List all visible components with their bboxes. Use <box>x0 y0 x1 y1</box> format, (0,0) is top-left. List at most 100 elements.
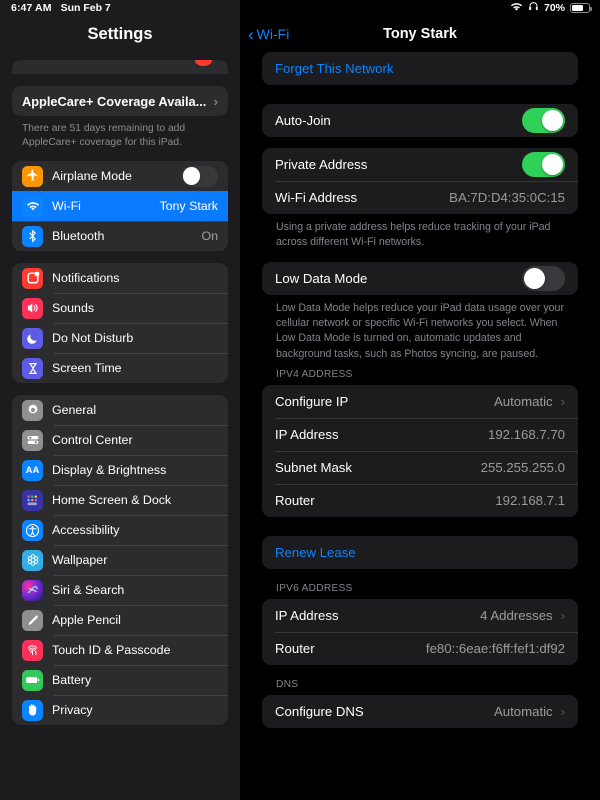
sidebar-item-touch-id-passcode[interactable]: Touch ID & Passcode <box>12 635 228 665</box>
sidebar-item-siri-search[interactable]: Siri & Search <box>12 575 228 605</box>
ipv4-ip-address-value: 192.168.7.70 <box>487 427 565 443</box>
sidebar-item-wallpaper[interactable]: Wallpaper <box>12 545 228 575</box>
ipad-settings-screen: 6:47 AM Sun Feb 7 70% Settings AppleCare… <box>0 0 600 800</box>
chevron-right-icon: › <box>560 704 565 720</box>
auto-join-card: Auto-Join <box>262 104 578 137</box>
sidebar-item-label: Accessibility <box>52 523 120 538</box>
sidebar-item-notifications[interactable]: Notifications <box>12 263 228 293</box>
notification-badge <box>195 60 212 66</box>
back-button-label: Wi-Fi <box>256 26 290 42</box>
subnet-mask-label: Subnet Mask <box>275 460 352 476</box>
hourglass-icon <box>22 357 43 379</box>
auto-join-row[interactable]: Auto-Join <box>262 104 578 137</box>
sidebar-item-label: Wi-Fi <box>52 199 81 214</box>
ipv4-router-row: Router 192.168.7.1 <box>262 484 578 517</box>
wallpaper-icon <box>22 549 43 571</box>
applecare-row[interactable]: AppleCare+ Coverage Availa... › <box>12 86 228 116</box>
ipv4-group-header: IPV4 ADDRESS <box>276 369 353 381</box>
low-data-mode-note: Low Data Mode helps reduce your iPad dat… <box>276 301 564 360</box>
airplane-icon <box>22 165 43 187</box>
low-data-mode-toggle[interactable] <box>522 265 565 291</box>
sidebar-item-label: Touch ID & Passcode <box>52 643 171 658</box>
wifi-address-row: Wi-Fi Address BA:7D:D4:35:0C:15 <box>262 181 578 214</box>
sidebar-item-label: Control Center <box>52 433 133 448</box>
status-bar-left: 6:47 AM Sun Feb 7 <box>0 2 111 14</box>
auto-join-toggle[interactable] <box>522 108 565 133</box>
gear-icon <box>22 399 43 421</box>
renew-lease-card[interactable]: Renew Lease <box>262 536 578 570</box>
sidebar-title: Settings <box>0 16 240 52</box>
forget-network-row[interactable]: Forget This Network <box>262 52 578 85</box>
applecare-note: There are 51 days remaining to add Apple… <box>22 123 186 148</box>
ipv6-ip-address-value: 4 Addresses <box>480 608 553 624</box>
forget-network-label: Forget This Network <box>275 61 394 76</box>
sidebar-item-battery[interactable]: Battery <box>12 665 228 695</box>
sidebar-item-label: Home Screen & Dock <box>52 493 172 508</box>
sidebar-item-value: Tony Stark <box>159 199 218 214</box>
sidebar-item-apple-pencil[interactable]: Apple Pencil <box>12 605 228 635</box>
ipv6-router-value: fe80::6eae:f6ff:fef1:df92 <box>425 641 565 657</box>
sidebar-group-connectivity: Airplane Mode Wi-Fi Tony Stark Bluetooth… <box>12 161 228 252</box>
touch-id-icon <box>22 639 43 661</box>
private-address-row[interactable]: Private Address <box>262 148 578 181</box>
sidebar-item-sounds[interactable]: Sounds <box>12 293 228 323</box>
settings-sidebar: Settings AppleCare+ Coverage Availa... ›… <box>0 0 240 800</box>
sidebar-item-control-center[interactable]: Control Center <box>12 425 228 455</box>
wifi-network-detail-pane: ‹ Wi-Fi Tony Stark Forget This Network A… <box>240 0 600 800</box>
display-brightness-icon: AA <box>22 459 43 481</box>
sidebar-item-accessibility[interactable]: Accessibility <box>12 515 228 545</box>
apple-pencil-icon <box>22 609 43 631</box>
sidebar-item-bluetooth[interactable]: Bluetooth On <box>12 221 228 251</box>
sidebar-item-label: Notifications <box>52 271 120 286</box>
sidebar-item-label: Bluetooth <box>52 229 105 244</box>
renew-lease-label: Renew Lease <box>275 545 356 561</box>
ipv4-ip-address-label: IP Address <box>275 427 339 443</box>
sidebar-item-label: General <box>52 403 97 418</box>
airplane-mode-toggle[interactable] <box>181 165 218 187</box>
sidebar-item-display-brightness[interactable]: AA Display & Brightness <box>12 455 228 485</box>
low-data-mode-row[interactable]: Low Data Mode <box>262 262 578 295</box>
detail-scroll-area[interactable]: Forget This Network Auto-Join Private Ad… <box>240 52 600 800</box>
wifi-address-label: Wi-Fi Address <box>275 190 358 205</box>
low-data-mode-card: Low Data Mode <box>262 261 578 295</box>
status-date: Sun Feb 7 <box>60 2 111 14</box>
battery-icon <box>570 3 592 13</box>
accessibility-icon <box>22 519 43 541</box>
sidebar-item-general[interactable]: General <box>12 395 228 425</box>
applecare-card[interactable]: AppleCare+ Coverage Availa... › <box>12 86 228 116</box>
sidebar-item-home-screen-dock[interactable]: Home Screen & Dock <box>12 485 228 515</box>
sidebar-item-do-not-disturb[interactable]: Do Not Disturb <box>12 323 228 353</box>
sidebar-item-screen-time[interactable]: Screen Time <box>12 353 228 383</box>
page-title: Tony Stark <box>383 26 457 42</box>
ipv4-router-label: Router <box>275 493 315 509</box>
sidebar-scrolled-item-peek[interactable] <box>12 60 228 74</box>
siri-icon <box>22 579 43 601</box>
sidebar-item-label: Sounds <box>52 301 95 316</box>
auto-join-label: Auto-Join <box>275 113 331 128</box>
forget-network-card[interactable]: Forget This Network <box>262 52 578 85</box>
moon-icon <box>22 327 43 349</box>
sidebar-scroll-area[interactable]: AppleCare+ Coverage Availa... › There ar… <box>0 0 240 737</box>
back-button[interactable]: ‹ Wi-Fi <box>240 26 289 43</box>
renew-lease-row[interactable]: Renew Lease <box>262 536 578 569</box>
headphones-icon <box>528 1 539 15</box>
status-bar: 6:47 AM Sun Feb 7 70% <box>0 0 600 16</box>
sidebar-group-system: General Control Center AA Display & Brig… <box>12 395 228 726</box>
configure-dns-row[interactable]: Configure DNS Automatic › <box>262 695 578 728</box>
chevron-right-icon: › <box>213 93 218 109</box>
sidebar-item-wifi[interactable]: Wi-Fi Tony Stark <box>12 191 228 222</box>
ipv6-ip-address-row[interactable]: IP Address 4 Addresses › <box>262 599 578 632</box>
configure-ip-label: Configure IP <box>275 394 349 410</box>
wifi-icon <box>510 2 523 15</box>
sidebar-item-privacy[interactable]: Privacy <box>12 695 228 725</box>
private-address-card: Private Address Wi-Fi Address BA:7D:D4:3… <box>262 148 578 214</box>
sidebar-item-airplane-mode[interactable]: Airplane Mode <box>12 161 228 191</box>
privacy-hand-icon <box>22 699 43 721</box>
ipv4-card: Configure IP Automatic › IP Address 192.… <box>262 385 578 518</box>
sidebar-item-label: Apple Pencil <box>52 613 121 628</box>
configure-ip-row[interactable]: Configure IP Automatic › <box>262 385 578 418</box>
sidebar-item-label: Do Not Disturb <box>52 331 134 346</box>
private-address-toggle[interactable] <box>522 152 565 177</box>
dns-card: Configure DNS Automatic › <box>262 695 578 729</box>
ipv6-ip-address-label: IP Address <box>275 608 339 624</box>
